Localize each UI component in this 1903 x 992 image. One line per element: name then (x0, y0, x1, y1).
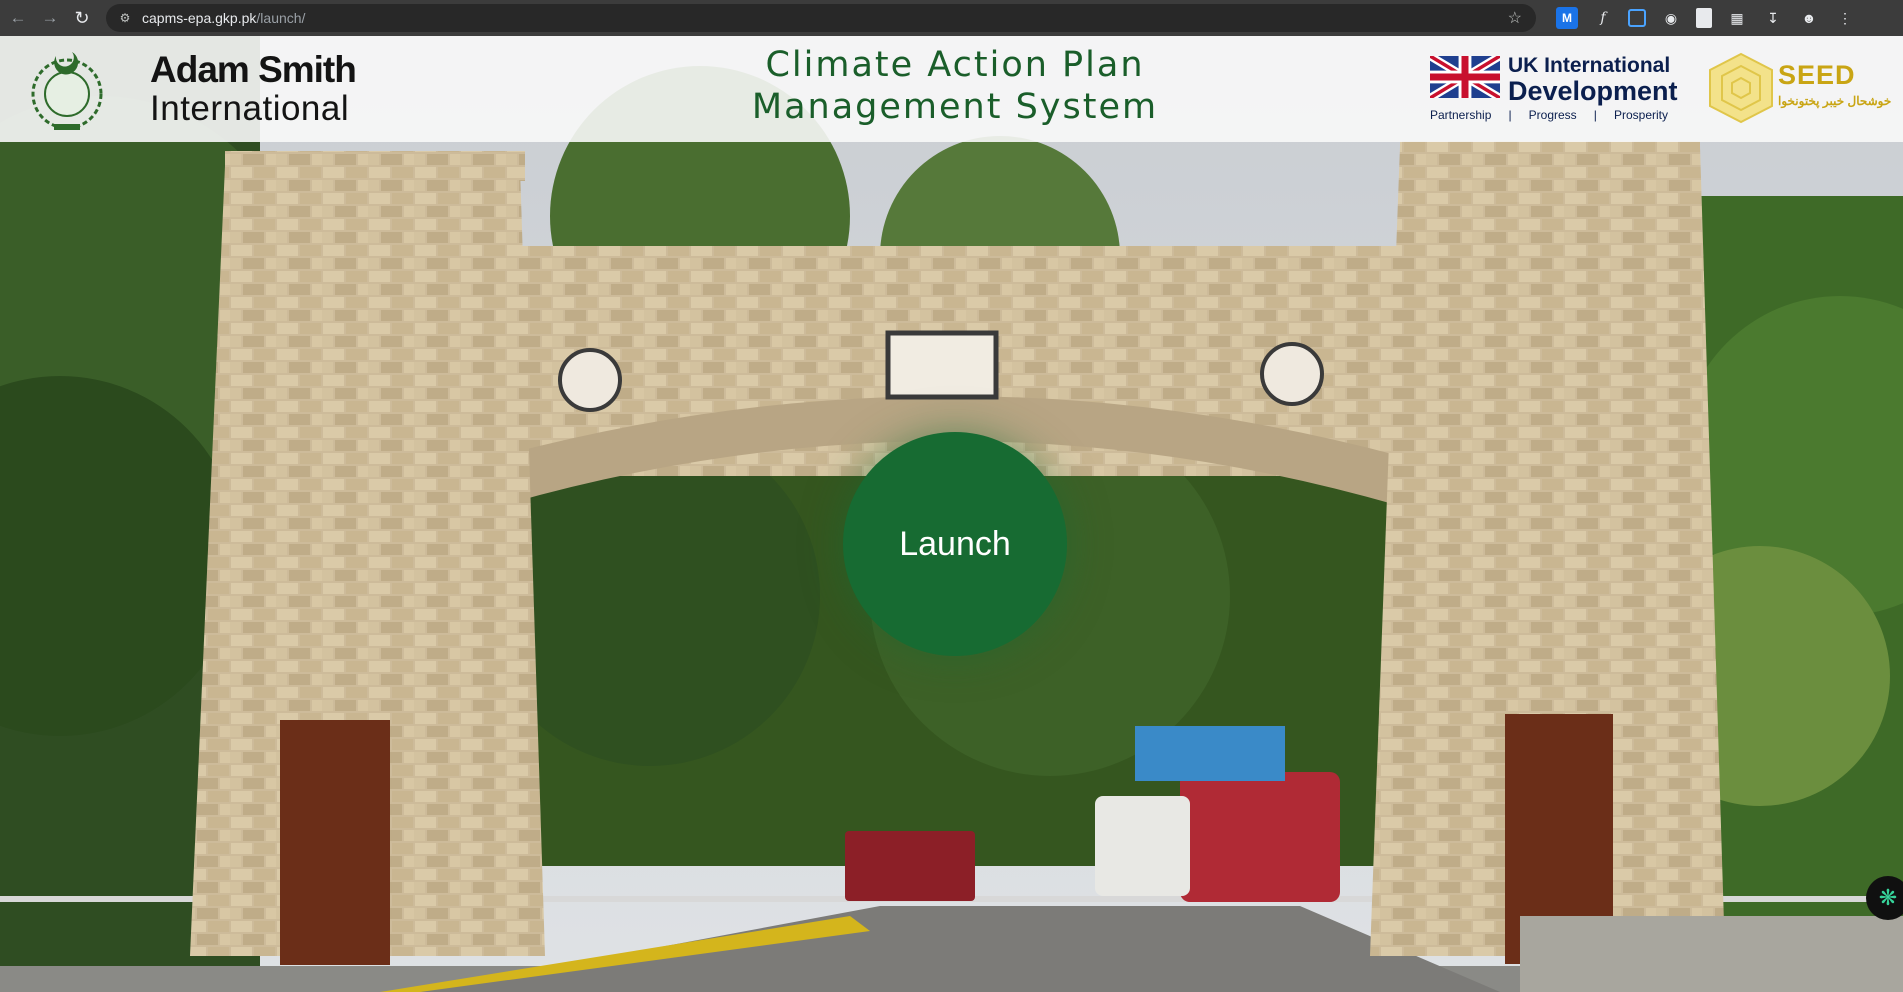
page-title-line2: Management System (751, 87, 1159, 127)
menu-kebab-icon[interactable]: ⋮ (1834, 7, 1856, 29)
uk-tag-prosperity: Prosperity (1613, 108, 1668, 122)
page-title-line1: Climate Action Plan (765, 45, 1145, 85)
uk-tag-separator: | (1593, 108, 1597, 122)
forward-arrow-icon[interactable]: → (36, 4, 64, 32)
page-title: Climate Action Plan Management System (700, 44, 1210, 128)
seed-logo-pattern-icon (1709, 52, 1773, 124)
uk-international-development-logo: UK International Development Partnership… (1430, 54, 1678, 126)
download-icon[interactable]: ↧ (1762, 7, 1784, 29)
bookmark-star-icon[interactable]: ☆ (1508, 8, 1522, 28)
site-info-icon[interactable]: ⚙ (116, 9, 134, 27)
page-viewport: Adam Smith International Climate Action … (0, 36, 1903, 992)
extensions-bar: M f ◉ ▦ ↧ ☻ ⋮ (1556, 7, 1856, 29)
seed-logo-subtitle: خوشحال خیبر پختونخوا (1778, 94, 1892, 108)
kp-government-crest-icon (31, 52, 103, 130)
uk-tag-partnership: Partnership (1430, 108, 1492, 122)
asi-logo-line2: International (150, 89, 350, 128)
extension-fx-icon[interactable]: f (1592, 7, 1614, 29)
extension-capture-icon[interactable] (1628, 9, 1646, 27)
extension-m-icon[interactable]: M (1556, 7, 1578, 29)
extension-doc-icon[interactable] (1696, 8, 1712, 28)
address-bar[interactable]: ⚙ capms-epa.gkp.pk/launch/ ☆ (106, 4, 1536, 32)
asi-logo-line1: Adam Smith (150, 49, 357, 90)
union-jack-flag-icon (1430, 56, 1500, 98)
seed-logo-text: SEED (1778, 60, 1856, 90)
uk-logo-line1: UK International (1508, 54, 1671, 77)
chat-assistant-icon[interactable]: ❋ (1866, 876, 1903, 920)
site-header: Adam Smith International Climate Action … (0, 36, 1903, 142)
uk-tag-separator: | (1508, 108, 1512, 122)
back-arrow-icon[interactable]: ← (4, 4, 32, 32)
url-text[interactable]: capms-epa.gkp.pk/launch/ (142, 10, 305, 26)
uk-logo-line2: Development (1508, 76, 1678, 106)
camera-icon[interactable]: ◉ (1660, 7, 1682, 29)
adam-smith-international-logo: Adam Smith International (150, 49, 357, 128)
uk-tag-progress: Progress (1528, 108, 1577, 122)
uk-logo-tagline: Partnership | Progress | Prosperity (1430, 108, 1668, 122)
puzzle-extensions-icon[interactable]: ▦ (1726, 7, 1748, 29)
browser-toolbar: ← → ↻ ⚙ capms-epa.gkp.pk/launch/ ☆ M f ◉… (0, 0, 1903, 36)
launch-button[interactable]: Launch (843, 432, 1067, 656)
reload-icon[interactable]: ↻ (68, 4, 96, 32)
profile-icon[interactable]: ☻ (1798, 7, 1820, 29)
